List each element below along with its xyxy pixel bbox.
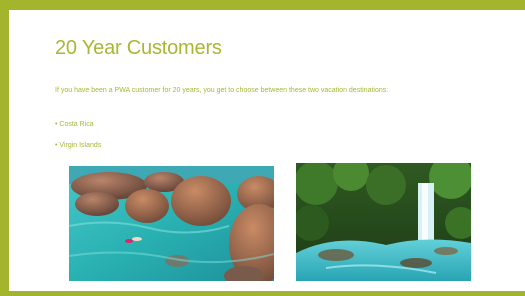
- slide-bottom-border: [0, 291, 525, 296]
- waterfall-river-photo: [296, 163, 471, 281]
- slide-title: 20 Year Customers: [55, 37, 222, 59]
- bullet-costa-rica: • Costa Rica: [55, 121, 94, 128]
- slide-body-text: If you have been a PWA customer for 20 y…: [55, 87, 389, 94]
- slide: 20 Year Customers If you have been a PWA…: [0, 0, 525, 296]
- bullet-virgin-islands: • Virgin Islands: [55, 142, 102, 149]
- boulders-beach-photo: [69, 166, 274, 281]
